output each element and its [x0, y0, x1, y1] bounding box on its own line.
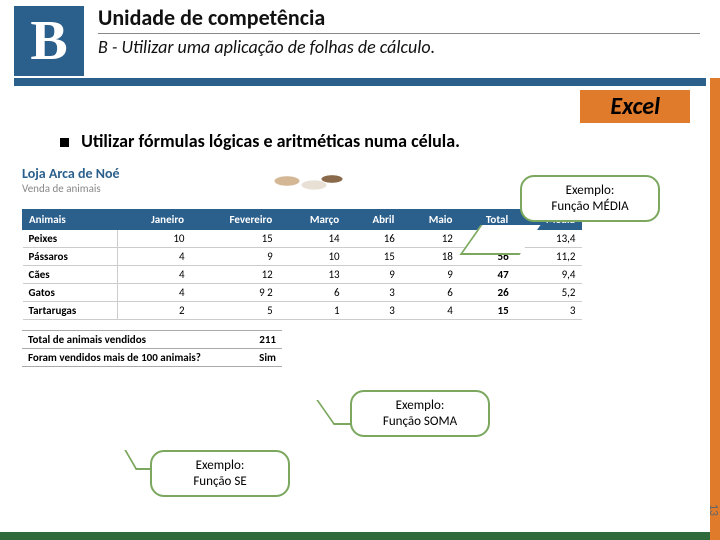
cell-avg: 9,4 [515, 266, 582, 284]
cell: 4 [118, 284, 191, 302]
cell-total: 15 [459, 302, 515, 320]
cell: 16 [346, 230, 401, 248]
summary-table: Total de animais vendidos 211 Foram vend… [22, 330, 282, 367]
cell: 4 [118, 248, 191, 266]
row-name: Peixes [23, 230, 118, 248]
cell: 10 [279, 248, 346, 266]
cell: 9 [191, 248, 279, 266]
row-name: Gatos [23, 284, 118, 302]
bullet-line: Utilizar fórmulas lógicas e aritméticas … [60, 130, 460, 152]
col-jan: Janeiro [118, 210, 191, 230]
col-animais: Animais [23, 210, 118, 230]
cell: 3 [346, 284, 401, 302]
header: B Unidade de competência B - Utilizar um… [0, 0, 720, 78]
summary-row-question: Foram vendidos mais de 100 animais? Sim [22, 349, 282, 367]
header-divider [14, 78, 706, 86]
right-accent-bar [710, 0, 720, 540]
bullet-text: Utilizar fórmulas lógicas e aritméticas … [81, 130, 460, 152]
cell: 10 [118, 230, 191, 248]
cell: 13 [279, 266, 346, 284]
cell: 12 [191, 266, 279, 284]
col-mar: Março [279, 210, 346, 230]
callout-media-l2: Função MÉDIA [538, 199, 642, 215]
callout-media-l1: Exemplo: [538, 183, 642, 199]
page-number: 13 [706, 504, 720, 516]
excel-tag: Excel [580, 90, 690, 123]
cell: 6 [279, 284, 346, 302]
cell: 4 [401, 302, 459, 320]
summary-q-label: Foram vendidos mais de 100 animais? [22, 349, 232, 367]
cell-total: 47 [459, 266, 515, 284]
cell-avg: 3 [515, 302, 582, 320]
cell: 18 [401, 248, 459, 266]
summary-q-value: Sim [232, 349, 282, 367]
callout-soma-l1: Exemplo: [368, 398, 472, 414]
cell: 15 [191, 230, 279, 248]
page-title: Unidade de competência [98, 4, 700, 34]
cell: 9 [346, 266, 401, 284]
table-row: Gatos49 2636265,2 [23, 284, 582, 302]
table-row: Cães4121399479,4 [23, 266, 582, 284]
cell: 4 [118, 266, 191, 284]
table-row: Tartarugas25134153 [23, 302, 582, 320]
cell: 9 [401, 266, 459, 284]
col-abr: Abril [346, 210, 401, 230]
callout-soma: Exemplo: Função SOMA [350, 390, 490, 437]
callout-se: Exemplo: Função SE [150, 450, 290, 497]
cell: 5 [191, 302, 279, 320]
row-name: Cães [23, 266, 118, 284]
cell: 12 [401, 230, 459, 248]
cell: 14 [279, 230, 346, 248]
cell-avg: 11,2 [515, 248, 582, 266]
callout-media: Exemplo: Função MÉDIA [520, 175, 660, 222]
summary-total-label: Total de animais vendidos [22, 331, 232, 349]
cell: 1 [279, 302, 346, 320]
summary-row-total: Total de animais vendidos 211 [22, 331, 282, 349]
row-name: Pássaros [23, 248, 118, 266]
cell: 9 2 [191, 284, 279, 302]
slide: B Unidade de competência B - Utilizar um… [0, 0, 720, 540]
summary-total-value: 211 [232, 331, 282, 349]
unit-letter: B [30, 9, 67, 73]
row-name: Tartarugas [23, 302, 118, 320]
page-subtitle: B - Utilizar uma aplicação de folhas de … [98, 36, 700, 58]
bullet-icon [60, 138, 69, 147]
cell: 2 [118, 302, 191, 320]
animals-image [260, 165, 350, 205]
cell: 5,2 [515, 284, 582, 302]
callout-soma-l2: Função SOMA [368, 414, 472, 430]
cell: 26 [459, 284, 515, 302]
cell: 6 [401, 284, 459, 302]
title-block: Unidade de competência B - Utilizar uma … [98, 4, 700, 58]
unit-letter-box: B [14, 6, 84, 76]
col-mai: Maio [401, 210, 459, 230]
callout-se-l2: Função SE [168, 474, 272, 490]
cell: 3 [346, 302, 401, 320]
callout-se-l1: Exemplo: [168, 458, 272, 474]
cell: 15 [346, 248, 401, 266]
col-fev: Fevereiro [191, 210, 279, 230]
